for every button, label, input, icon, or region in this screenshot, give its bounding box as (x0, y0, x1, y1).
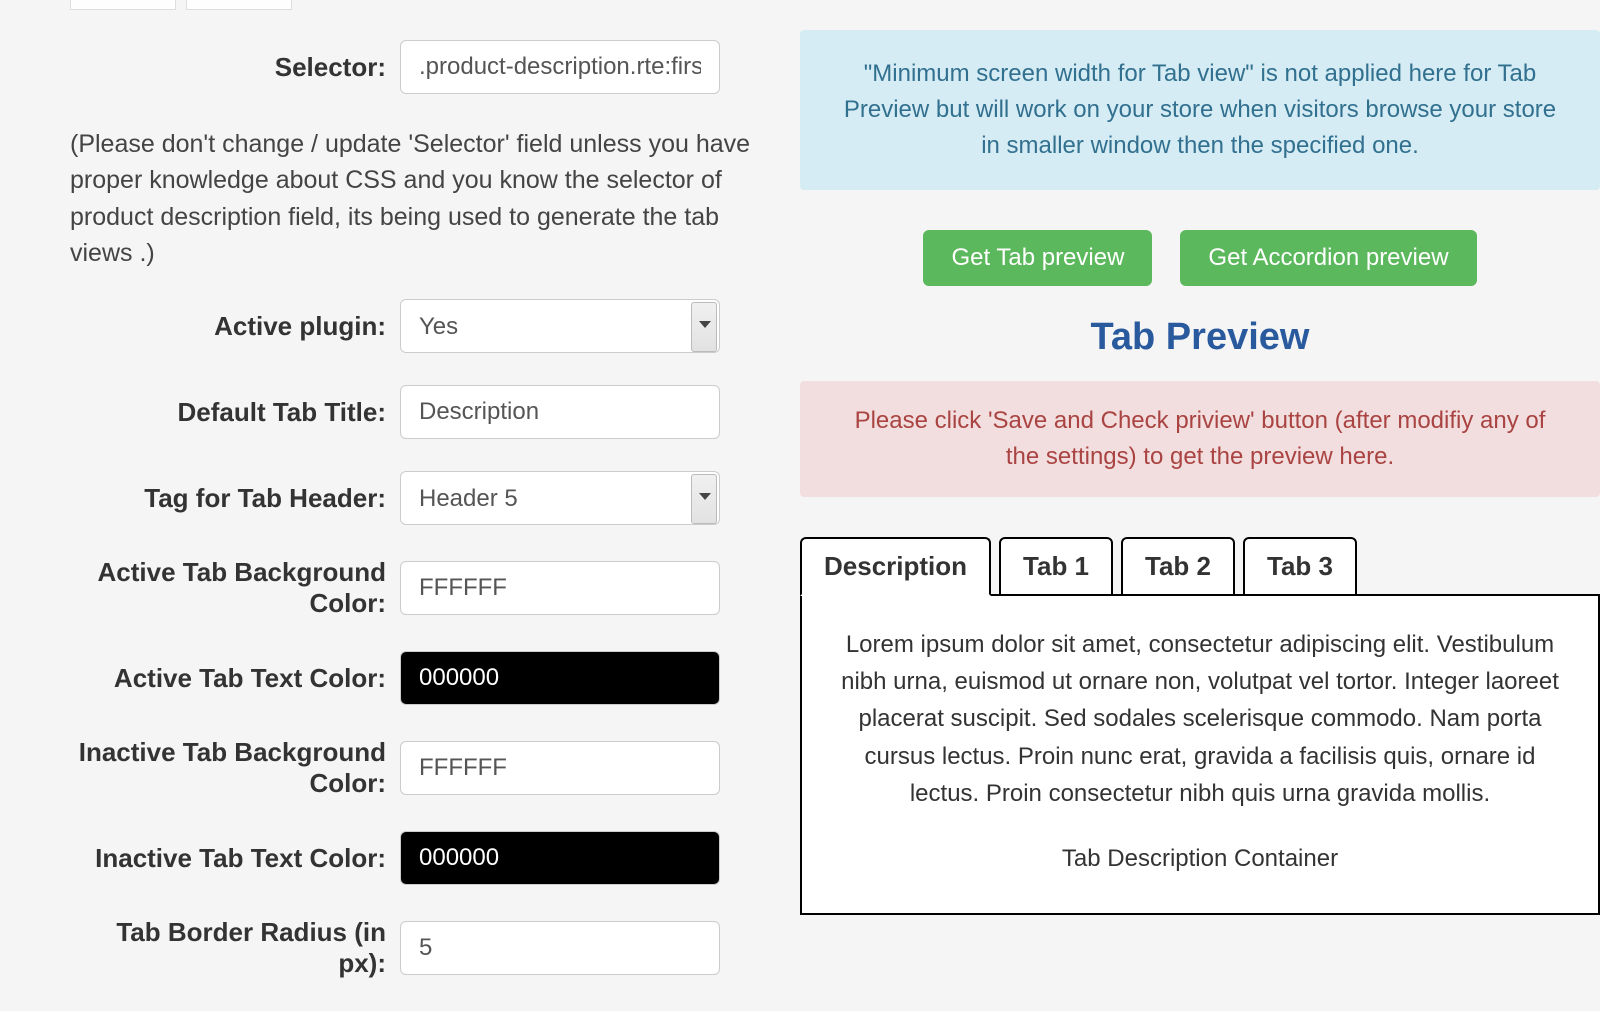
input-active-tab-text[interactable] (400, 651, 720, 705)
preview-tab-2[interactable]: Tab 2 (1121, 537, 1235, 596)
row-inactive-tab-bg: Inactive Tab Background Color: (70, 737, 760, 799)
label-tag-for-tab-header: Tag for Tab Header: (70, 483, 400, 514)
preview-tab-desc-label: Tab Description Container (832, 840, 1568, 877)
label-tab-border-radius: Tab Border Radius (in px): (70, 917, 400, 979)
row-inactive-tab-text: Inactive Tab Text Color: (70, 831, 760, 885)
label-active-tab-text: Active Tab Text Color: (70, 663, 400, 694)
top-tab-stub[interactable] (186, 0, 292, 10)
preview-tab-body-text: Lorem ipsum dolor sit amet, consectetur … (832, 626, 1568, 812)
get-accordion-preview-button[interactable]: Get Accordion preview (1180, 230, 1476, 286)
row-tab-border-radius: Tab Border Radius (in px): (70, 917, 760, 979)
top-tab-stubs (70, 0, 760, 10)
preview-tab-3[interactable]: Tab 3 (1243, 537, 1357, 596)
info-note: "Minimum screen width for Tab view" is n… (800, 30, 1600, 190)
row-active-tab-bg: Active Tab Background Color: (70, 557, 760, 619)
preview-button-row: Get Tab preview Get Accordion preview (800, 230, 1600, 286)
input-active-tab-bg[interactable] (400, 561, 720, 615)
row-active-tab-text: Active Tab Text Color: (70, 651, 760, 705)
label-active-plugin: Active plugin: (70, 311, 400, 342)
row-active-plugin: Active plugin: Yes (70, 299, 760, 353)
input-inactive-tab-text[interactable] (400, 831, 720, 885)
row-default-tab-title: Default Tab Title: (70, 385, 760, 439)
label-inactive-tab-text: Inactive Tab Text Color: (70, 843, 400, 874)
preview-title: Tab Preview (800, 316, 1600, 359)
input-default-tab-title[interactable] (400, 385, 720, 439)
input-inactive-tab-bg[interactable] (400, 741, 720, 795)
preview-panel: "Minimum screen width for Tab view" is n… (800, 0, 1600, 1011)
input-selector[interactable] (400, 40, 720, 94)
preview-warning: Please click 'Save and Check priview' bu… (800, 381, 1600, 497)
row-tag-for-tab-header: Tag for Tab Header: Header 5 (70, 471, 760, 525)
input-tab-border-radius[interactable] (400, 921, 720, 975)
settings-form: Selector: (Please don't change / update … (70, 0, 800, 1011)
label-inactive-tab-bg: Inactive Tab Background Color: (70, 737, 400, 799)
label-default-tab-title: Default Tab Title: (70, 397, 400, 428)
settings-page: Selector: (Please don't change / update … (0, 0, 1600, 1011)
select-tag-for-tab-header[interactable]: Header 5 (400, 471, 720, 525)
label-selector: Selector: (70, 52, 400, 83)
select-active-plugin[interactable]: Yes (400, 299, 720, 353)
preview-tabs-row: Description Tab 1 Tab 2 Tab 3 (800, 537, 1600, 596)
preview-tab-1[interactable]: Tab 1 (999, 537, 1113, 596)
get-tab-preview-button[interactable]: Get Tab preview (923, 230, 1152, 286)
preview-tab-description[interactable]: Description (800, 537, 991, 596)
row-selector: Selector: (70, 40, 760, 94)
top-tab-stub[interactable] (70, 0, 176, 10)
preview-tab-content: Lorem ipsum dolor sit amet, consectetur … (800, 594, 1600, 915)
selector-note: (Please don't change / update 'Selector'… (70, 126, 760, 271)
label-active-tab-bg: Active Tab Background Color: (70, 557, 400, 619)
